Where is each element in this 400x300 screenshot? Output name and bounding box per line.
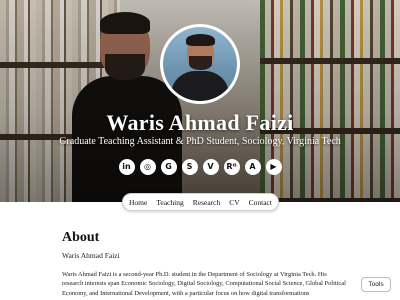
profile-subtitle: Graduate Teaching Assistant & PhD Studen… <box>59 136 341 147</box>
avatar-photo <box>163 27 237 101</box>
tools-button[interactable]: Tools <box>361 277 391 292</box>
academia-icon[interactable]: A <box>244 159 261 175</box>
researchgate-icon[interactable]: Rᴳ <box>223 159 240 175</box>
linkedin-icon[interactable]: in <box>118 159 135 175</box>
profile-name: Waris Ahmad Faizi <box>106 110 294 135</box>
nav-research[interactable]: Research <box>193 198 220 207</box>
vt-icon[interactable]: V <box>202 159 219 175</box>
social-links: in ◎ G S V Rᴳ A ▶ <box>0 159 400 175</box>
about-subheading: Waris Ahmad Faizi <box>62 251 120 260</box>
hero-banner: Waris Ahmad Faizi Graduate Teaching Assi… <box>0 0 400 202</box>
orcid-icon[interactable]: ◎ <box>139 159 156 175</box>
nav-cv[interactable]: CV <box>229 198 239 207</box>
main-nav: Home Teaching Research CV Contact <box>122 193 279 211</box>
nav-teaching[interactable]: Teaching <box>156 198 183 207</box>
nav-home[interactable]: Home <box>129 198 147 207</box>
youtube-icon[interactable]: ▶ <box>265 159 282 175</box>
about-heading: About <box>62 230 100 245</box>
about-text: Waris Ahmad Faizi is a second-year Ph.D.… <box>62 271 346 297</box>
profile-avatar <box>160 24 240 104</box>
google-scholar-icon[interactable]: G <box>160 159 177 175</box>
ssrn-icon[interactable]: S <box>181 159 198 175</box>
nav-contact[interactable]: Contact <box>249 198 272 207</box>
